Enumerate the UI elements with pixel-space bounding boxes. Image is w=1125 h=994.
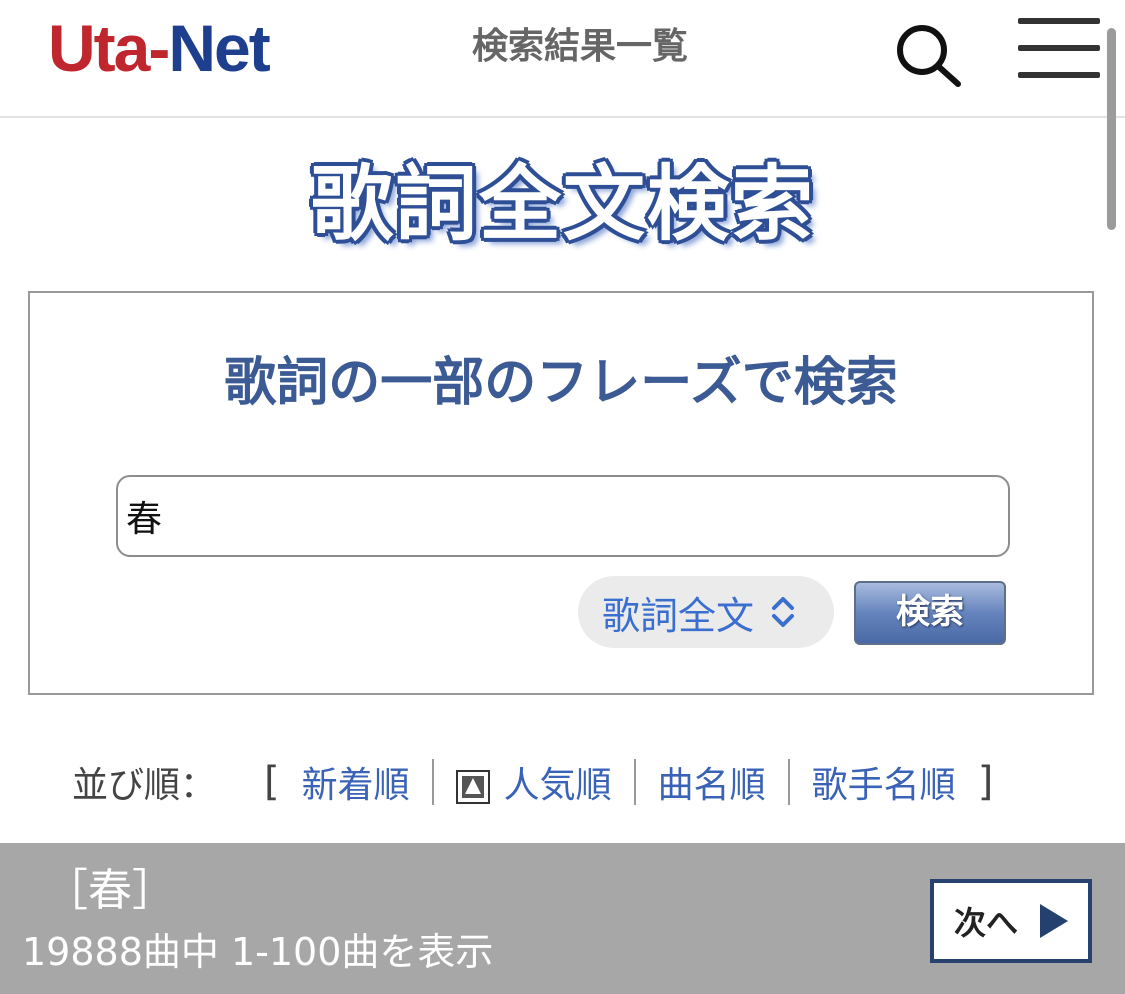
search-panel: 歌詞の一部のフレーズで検索 歌詞全文 検索 [28,291,1094,695]
sort-close-bracket: ] [977,759,994,805]
search-icon[interactable] [888,16,968,96]
logo-text-uta: Uta- [48,11,170,85]
search-heading: 歌詞の一部のフレーズで検索 [224,353,898,413]
sort-option-artist[interactable]: 歌手名順 [790,756,978,808]
sort-option-title[interactable]: 曲名順 [636,756,788,808]
results-query-label: ［春］ [44,865,176,916]
sort-option-popular-label: 人気順 [503,765,612,806]
banner-text: 歌詞全文検索 [310,156,815,252]
sort-label: 並び順： [72,765,217,806]
app-header: Uta-Net 検索結果一覧 [0,0,1125,118]
sort-open-bracket: [ [264,759,280,805]
play-arrow-icon [1040,904,1069,938]
sort-option-newest[interactable]: 新着順 [280,756,432,808]
hamburger-menu-icon[interactable] [1016,16,1104,80]
triangle-up-icon [455,770,490,804]
search-mode-select[interactable]: 歌詞全文 [578,576,834,648]
sort-option-popular[interactable]: 人気順 [434,756,634,808]
results-count-label: 19888曲中 1-100曲を表示 [22,930,494,974]
uta-net-logo[interactable]: Uta-Net [48,8,271,88]
scrollbar[interactable] [1107,28,1116,230]
lyrics-fulltext-search-banner: 歌詞全文検索 [288,146,838,252]
search-mode-value: 歌詞全文 [602,593,755,638]
next-page-label: 次へ [954,904,1019,942]
next-page-button[interactable]: 次へ [930,879,1092,963]
logo-text-net: Net [168,11,270,85]
results-summary-bar: ［春］ 19888曲中 1-100曲を表示 次へ [0,843,1125,994]
chevron-updown-icon [772,597,795,627]
sort-order-row: 並び順： [ 新着順 人気順 曲名順 歌手名順 ] [72,754,993,810]
page-title: 検索結果一覧 [471,26,688,67]
search-input[interactable] [116,475,1010,557]
search-submit-button[interactable]: 検索 [854,581,1006,645]
